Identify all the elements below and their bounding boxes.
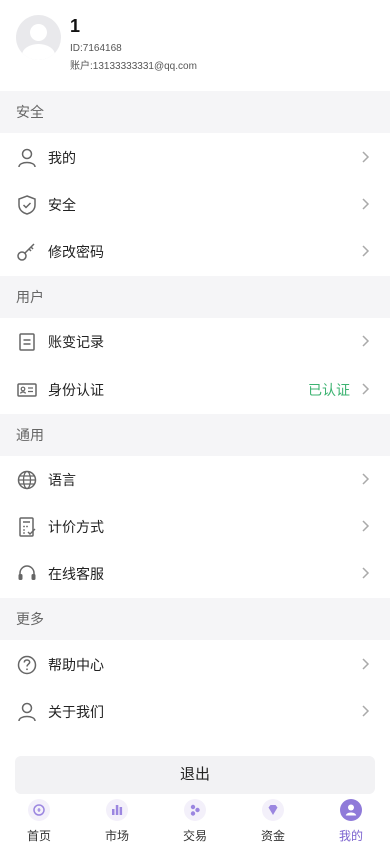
key-icon [17,243,35,261]
globe-icon [17,470,37,490]
tab-label-mine: 我的 [338,829,363,843]
id-card-icon [17,383,37,397]
profile-account: 账户:13133333331@qq.com [70,61,197,72]
menu-item-change-password[interactable]: 修改密码 [0,228,390,275]
tab-market[interactable]: 市场 [78,794,156,844]
section-header-general: 通用 [0,414,390,456]
menu-item-identity[interactable]: 身份认证 已认证 [0,366,390,413]
menu-label-about: 关于我们 [48,704,104,720]
menu-label-security: 安全 [48,197,76,213]
chevron-right-icon [362,383,370,395]
chevron-right-icon [362,705,370,717]
user-icon [18,702,36,722]
profile-name: 1 [70,16,81,36]
menu-label-change-password: 修改密码 [48,244,104,260]
tab-funds[interactable]: 资金 [234,794,312,844]
chevron-right-icon [362,473,370,485]
profile-header: 1 ID:7164168 账户:13133333331@qq.com [0,0,390,90]
section-header-user: 用户 [0,276,390,318]
shield-icon [18,195,36,215]
tab-label-market: 市场 [104,829,129,843]
headset-icon [18,565,36,580]
menu-label-language: 语言 [48,472,76,488]
avatar[interactable] [16,15,61,60]
chevron-right-icon [362,198,370,210]
menu-item-account-changes[interactable]: 账变记录 [0,318,390,365]
menu-label-mine: 我的 [48,150,76,166]
document-icon [19,333,35,351]
tab-mine[interactable]: 我的 [312,794,390,844]
section-header-more: 更多 [0,598,390,640]
help-icon [17,655,37,675]
chevron-right-icon [362,658,370,670]
menu-label-identity: 身份认证 [48,382,104,398]
home-icon [28,799,50,821]
calculator-icon [19,517,36,537]
diamond-icon [262,799,284,821]
tab-label-home: 首页 [26,829,51,843]
menu-label-help: 帮助中心 [48,657,104,673]
chevron-right-icon [362,567,370,579]
menu-item-mine[interactable]: 我的 [0,134,390,181]
menu-item-help[interactable]: 帮助中心 [0,641,390,688]
trade-icon [184,799,206,821]
identity-status-badge: 已认证 [308,382,350,398]
tab-bar: 首页 市场 交易 资金 我的 [0,794,390,844]
tab-label-funds: 资金 [260,829,285,843]
menu-item-language[interactable]: 语言 [0,456,390,503]
bar-chart-icon [106,799,128,821]
chevron-right-icon [362,245,370,257]
chevron-right-icon [362,151,370,163]
menu-label-support: 在线客服 [48,566,104,582]
profile-icon [340,799,362,821]
chevron-right-icon [362,335,370,347]
profile-id: ID:7164168 [70,43,122,54]
chevron-right-icon [362,520,370,532]
tab-trade[interactable]: 交易 [156,794,234,844]
menu-item-support[interactable]: 在线客服 [0,550,390,597]
logout-button[interactable]: 退出 [15,756,375,794]
menu-label-pricing: 计价方式 [48,519,104,535]
menu-item-security[interactable]: 安全 [0,181,390,228]
section-header-security: 安全 [0,91,390,133]
tab-label-trade: 交易 [182,829,207,843]
menu-label-account-changes: 账变记录 [48,334,104,350]
tab-home[interactable]: 首页 [0,794,78,844]
menu-item-pricing[interactable]: 计价方式 [0,503,390,550]
user-icon [18,148,36,168]
menu-item-about[interactable]: 关于我们 [0,688,390,735]
